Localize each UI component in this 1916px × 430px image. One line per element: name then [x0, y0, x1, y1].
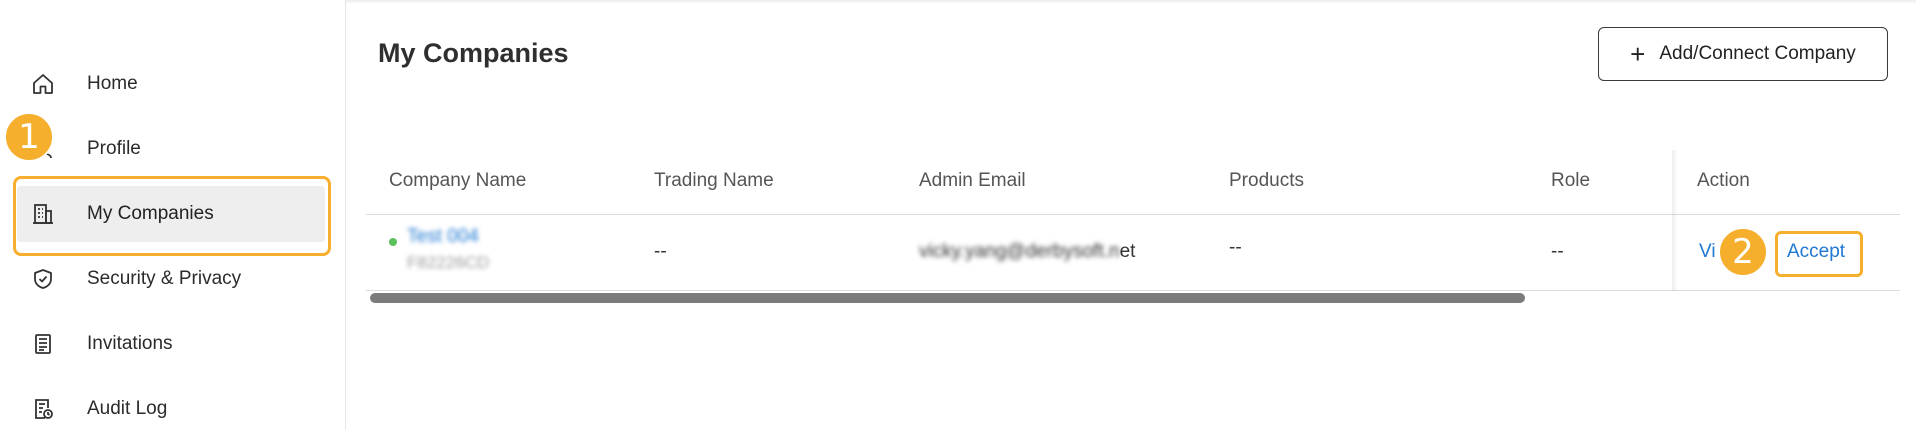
column-header-admin-email: Admin Email: [919, 170, 1026, 191]
step-badge-1: 1: [4, 112, 54, 162]
table-header: Company Name Trading Name Admin Email Pr…: [366, 150, 1900, 215]
column-header-company-name: Company Name: [389, 170, 527, 191]
sidebar-item-label: My Companies: [87, 203, 214, 224]
sidebar-item-profile[interactable]: Profile: [17, 121, 325, 177]
admin-email-blurred: vicky.yang@derbysoft.n: [919, 241, 1120, 262]
status-dot: [389, 238, 397, 246]
home-icon: [30, 71, 56, 97]
sidebar-item-security-privacy[interactable]: Security & Privacy: [17, 251, 325, 307]
products-cell: --: [1229, 237, 1242, 258]
horizontal-scrollbar[interactable]: [370, 293, 1525, 303]
sidebar: Home Profile My Companies Security & Pri…: [0, 0, 346, 430]
sidebar-item-my-companies[interactable]: My Companies: [17, 186, 325, 242]
trading-name-cell: --: [654, 241, 667, 262]
add-connect-company-button[interactable]: + Add/Connect Company: [1598, 27, 1888, 81]
company-code: F82226CD: [407, 253, 490, 272]
column-header-action: Action: [1697, 170, 1750, 191]
step-badge-2: 2: [1718, 227, 1768, 277]
column-header-products: Products: [1229, 170, 1304, 191]
audit-log-icon: [30, 396, 56, 422]
sidebar-item-label: Profile: [87, 138, 141, 159]
document-icon: [30, 331, 56, 357]
sidebar-item-label: Home: [87, 73, 138, 94]
shield-check-icon: [30, 266, 56, 292]
column-header-role: Role: [1551, 170, 1591, 191]
plus-icon: +: [1630, 39, 1646, 69]
company-name-link[interactable]: Test 004: [407, 226, 479, 248]
table-row: Test 004 F82226CD -- vicky.yang@derbysof…: [366, 215, 1900, 291]
column-header-trading-name: Trading Name: [654, 170, 774, 191]
sidebar-item-invitations[interactable]: Invitations: [17, 316, 325, 372]
accept-link[interactable]: Accept: [1787, 241, 1845, 263]
add-connect-company-label: Add/Connect Company: [1659, 43, 1856, 64]
admin-email-cell: vicky.yang@derbysoft.net: [919, 241, 1135, 263]
page-title: My Companies: [378, 38, 569, 68]
sidebar-item-label: Security & Privacy: [87, 268, 242, 289]
role-cell: --: [1551, 241, 1564, 262]
building-icon: [30, 201, 56, 227]
sticky-column-shadow: [1672, 150, 1678, 291]
sidebar-item-label: Invitations: [87, 333, 173, 354]
sidebar-item-label: Audit Log: [87, 398, 168, 419]
sidebar-item-audit-log[interactable]: Audit Log: [17, 381, 325, 430]
admin-email-tail: et: [1119, 241, 1136, 262]
sidebar-item-home[interactable]: Home: [17, 56, 325, 112]
view-link[interactable]: Vi: [1699, 241, 1716, 263]
